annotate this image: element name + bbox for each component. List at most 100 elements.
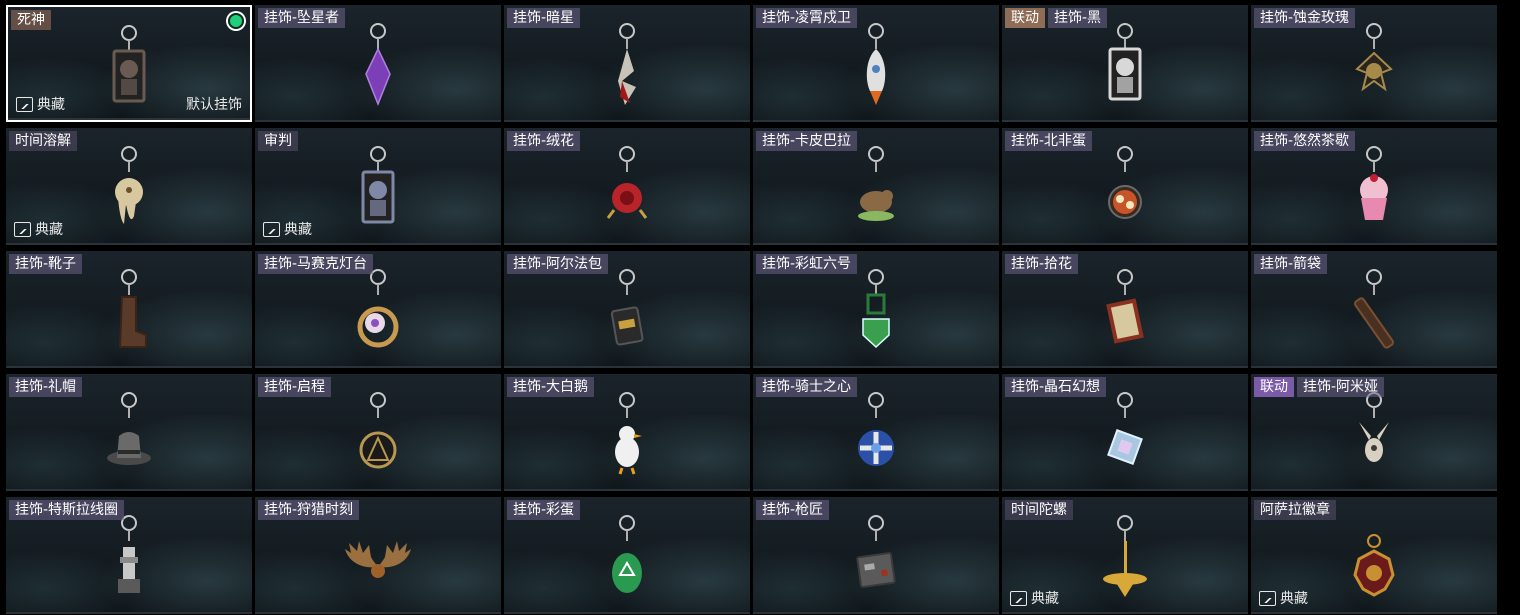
charm-name: 挂饰-彩虹六号 (756, 254, 858, 274)
moon-lamp-charm-icon (343, 265, 413, 361)
charm-card[interactable]: 挂饰-马赛克灯台 (255, 251, 501, 368)
charm-tags: 挂饰-狩猎时刻 (258, 500, 360, 520)
green-shield-charm-icon (841, 265, 911, 361)
charm-card[interactable]: 死神 典藏 默认挂饰 (6, 5, 252, 122)
charm-card[interactable]: 时间陀螺典藏 (1002, 497, 1248, 614)
charm-name: 挂饰-凌霄戍卫 (756, 8, 858, 28)
charm-tags: 挂饰-靴子 (9, 254, 83, 274)
purple-crystal-charm-icon (343, 19, 413, 115)
charm-name: 审判 (258, 131, 298, 151)
picture-icon (1010, 590, 1027, 606)
charm-tags: 挂饰-悠然茶歇 (1254, 131, 1356, 151)
charm-tags: 挂饰-晶石幻想 (1005, 377, 1107, 397)
charm-name: 挂饰-箭袋 (1254, 254, 1328, 274)
collection-label: 典藏 (1280, 591, 1308, 607)
charm-name: 挂饰-骑士之心 (756, 377, 858, 397)
charm-name: 时间溶解 (9, 131, 77, 151)
charm-name: 挂饰-绒花 (507, 131, 581, 151)
charm-tags: 阿萨拉徽章 (1254, 500, 1336, 520)
charm-card[interactable]: 挂饰-坠星者 (255, 5, 501, 122)
charm-card[interactable]: 挂饰-北非蛋 (1002, 128, 1248, 245)
tarot-reaper-charm-icon (94, 21, 164, 117)
charm-card[interactable]: 挂饰-悠然茶歇 (1251, 128, 1497, 245)
charm-tags: 挂饰-绒花 (507, 131, 581, 151)
charm-tags: 挂饰-暗星 (507, 8, 581, 28)
charm-tags: 挂饰-箭袋 (1254, 254, 1328, 274)
charm-tags: 联动 挂饰-阿米娅 (1254, 377, 1385, 397)
charm-card[interactable]: 挂饰-彩虹六号 (753, 251, 999, 368)
charm-card[interactable]: 挂饰-大白鹅 (504, 374, 750, 491)
charm-card[interactable]: 挂饰-骑士之心 (753, 374, 999, 491)
charm-card[interactable]: 阿萨拉徽章 典藏 (1251, 497, 1497, 614)
golden-rose-charm-icon (1339, 19, 1409, 115)
charm-card[interactable]: 联动 挂饰-黑 (1002, 5, 1248, 122)
charm-tags: 挂饰-特斯拉线圈 (9, 500, 125, 520)
collection-badge: 典藏 (1010, 588, 1059, 608)
charm-card[interactable]: 挂饰-凌霄戍卫 (753, 5, 999, 122)
charm-card[interactable]: 挂饰-拾花 (1002, 251, 1248, 368)
spinning-top-charm-icon (1090, 511, 1160, 607)
tarot-judgement-charm-icon (343, 142, 413, 238)
charm-tags: 挂饰-阿尔法包 (507, 254, 609, 274)
charm-name: 挂饰-马赛克灯台 (258, 254, 374, 274)
goose-charm-icon (592, 388, 662, 484)
bag-charm-icon (592, 265, 662, 361)
charm-card[interactable]: 挂饰-绒花 (504, 128, 750, 245)
charm-name: 挂饰-晶石幻想 (1005, 377, 1107, 397)
charm-tags: 时间溶解 (9, 131, 77, 151)
charm-card[interactable]: 挂饰-蚀金玫瑰 (1251, 5, 1497, 122)
blue-cross-charm-icon (841, 388, 911, 484)
charm-card[interactable]: 挂饰-枪匠 (753, 497, 999, 614)
charm-tags: 挂饰-礼帽 (9, 377, 83, 397)
picture-icon (263, 221, 280, 237)
charm-card[interactable]: 挂饰-箭袋 (1251, 251, 1497, 368)
picture-frame-charm-icon (1090, 265, 1160, 361)
collection-badge: 典藏 (263, 219, 312, 239)
charm-name: 挂饰-礼帽 (9, 377, 83, 397)
crystal-cube-charm-icon (1090, 388, 1160, 484)
charm-card[interactable]: 挂饰-狩猎时刻 (255, 497, 501, 614)
charm-card[interactable]: 挂饰-卡皮巴拉 (753, 128, 999, 245)
pan-egg-charm-icon (1090, 142, 1160, 238)
charm-tags: 时间陀螺 (1005, 500, 1073, 520)
charm-tags: 挂饰-拾花 (1005, 254, 1079, 274)
charm-card[interactable]: 挂饰-彩蛋 (504, 497, 750, 614)
charm-card[interactable]: 挂饰-靴子 (6, 251, 252, 368)
collection-badge: 典藏 (1259, 588, 1308, 608)
charm-card[interactable]: 联动 挂饰-阿米娅 (1251, 374, 1497, 491)
collection-badge: 典藏 (14, 219, 63, 239)
collab-badge: 联动 (1005, 8, 1045, 28)
charm-name: 阿萨拉徽章 (1254, 500, 1336, 520)
capybara-charm-icon (841, 142, 911, 238)
charm-card[interactable]: 挂饰-启程 (255, 374, 501, 491)
charm-name: 挂饰-狩猎时刻 (258, 500, 360, 520)
collection-badge: 典藏 (16, 94, 65, 114)
picture-icon (14, 221, 31, 237)
red-flower-charm-icon (592, 142, 662, 238)
charm-name: 挂饰-大白鹅 (507, 377, 595, 397)
charm-name: 挂饰-阿尔法包 (507, 254, 609, 274)
charm-card[interactable]: 挂饰-阿尔法包 (504, 251, 750, 368)
tesla-coil-charm-icon (94, 511, 164, 607)
charm-card[interactable]: 审判典藏 (255, 128, 501, 245)
equipped-indicator-icon (228, 13, 244, 29)
charm-card[interactable]: 挂饰-暗星 (504, 5, 750, 122)
collection-label: 典藏 (37, 97, 65, 113)
charm-name: 挂饰-黑 (1048, 8, 1108, 28)
quiver-charm-icon (1339, 265, 1409, 361)
charm-tags: 挂饰-枪匠 (756, 500, 830, 520)
charm-name: 挂饰-暗星 (507, 8, 581, 28)
charm-tags: 挂饰-彩蛋 (507, 500, 581, 520)
charm-card[interactable]: 挂饰-特斯拉线圈 (6, 497, 252, 614)
collab-badge: 联动 (1254, 377, 1294, 397)
charm-card[interactable]: 挂饰-晶石幻想 (1002, 374, 1248, 491)
charm-card[interactable]: 挂饰-礼帽 (6, 374, 252, 491)
charm-name: 挂饰-靴子 (9, 254, 83, 274)
charm-tags: 挂饰-坠星者 (258, 8, 346, 28)
charm-name: 挂饰-阿米娅 (1297, 377, 1385, 397)
charm-name: 挂饰-拾花 (1005, 254, 1079, 274)
charm-name: 挂饰-坠星者 (258, 8, 346, 28)
charm-tags: 死神 (11, 10, 51, 30)
charm-tags: 挂饰-凌霄戍卫 (756, 8, 858, 28)
charm-card[interactable]: 时间溶解典藏 (6, 128, 252, 245)
